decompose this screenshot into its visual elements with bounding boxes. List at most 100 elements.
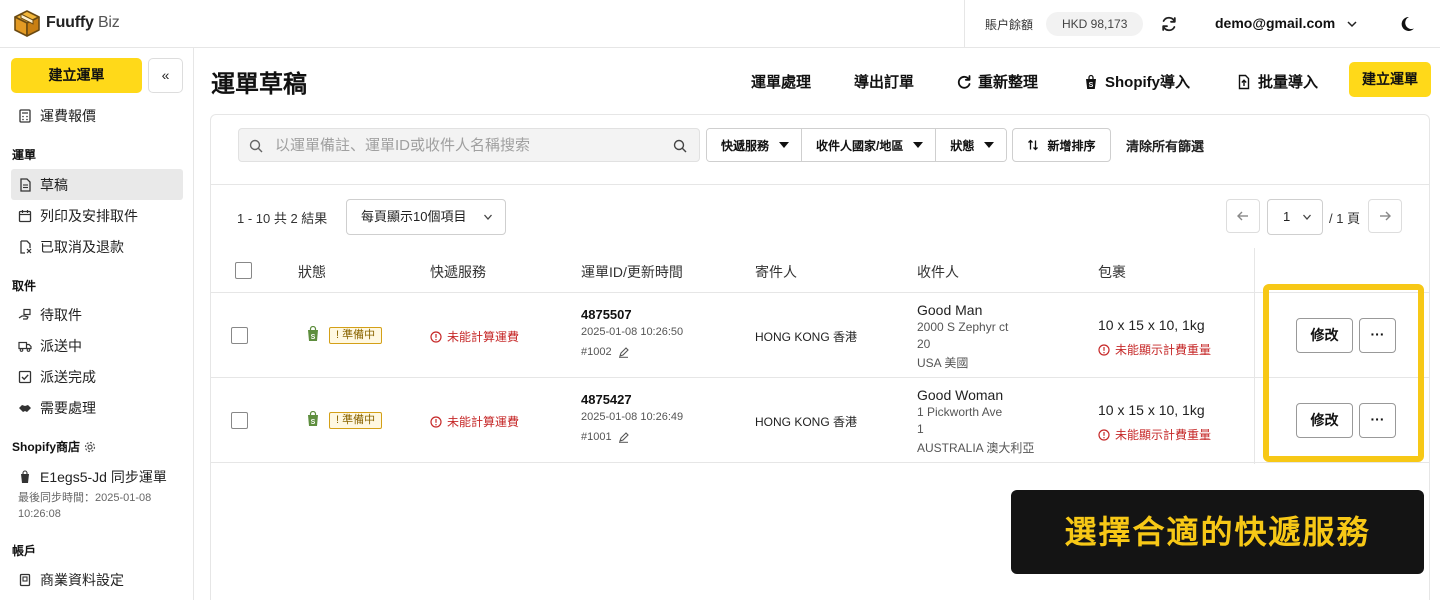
receiver-address-line: 20 bbox=[917, 337, 931, 351]
tutorial-tip-banner: 選擇合適的快遞服務 bbox=[1011, 490, 1424, 574]
sidebar-item-in-delivery[interactable]: 派送中 bbox=[11, 330, 183, 361]
sidebar-item-label: E1egs5-Jd 同步運單 bbox=[40, 468, 167, 485]
search-icon bbox=[249, 139, 263, 153]
export-orders-button[interactable]: 導出訂單 bbox=[854, 71, 914, 92]
account-email[interactable]: demo@gmail.com bbox=[1215, 15, 1335, 31]
country-filter-dropdown[interactable]: 收件人國家/地區 bbox=[802, 129, 937, 161]
order-reference[interactable]: #1002 bbox=[581, 346, 629, 358]
balance-value: HKD 98,173 bbox=[1046, 12, 1144, 36]
card-divider bbox=[210, 184, 1430, 185]
svg-text:S: S bbox=[311, 334, 316, 341]
order-reference-text: #1001 bbox=[581, 431, 612, 443]
row-divider bbox=[210, 292, 1430, 293]
sidebar-item-label: 列印及安排取件 bbox=[40, 207, 138, 224]
file-upload-icon bbox=[1238, 74, 1250, 89]
action-column-divider bbox=[1254, 248, 1255, 464]
sidebar-item-label: 派送完成 bbox=[40, 368, 96, 385]
export-orders-label: 導出訂單 bbox=[854, 74, 915, 91]
document-icon bbox=[20, 177, 31, 192]
column-header-receiver[interactable]: 收件人 bbox=[917, 262, 959, 282]
per-page-select[interactable]: 每頁顯示10個項目 bbox=[346, 199, 506, 235]
sidebar-section-account: 帳戶 bbox=[12, 544, 37, 558]
sidebar-section-shopify: Shopify商店 bbox=[12, 438, 96, 455]
courier-error: 未能計算運費 bbox=[430, 328, 519, 345]
refresh-balance-icon[interactable] bbox=[1160, 15, 1178, 33]
sidebar-section-pickup: 取件 bbox=[12, 279, 37, 293]
waybill-process-button[interactable]: 運單處理 bbox=[751, 71, 811, 92]
tutorial-highlight-box bbox=[1263, 284, 1424, 462]
per-page-value: 每頁顯示10個項目 bbox=[361, 209, 467, 224]
svg-text:S: S bbox=[1089, 82, 1094, 89]
sidebar-item-cancelled-refund[interactable]: 已取消及退款 bbox=[11, 231, 183, 262]
error-circle-icon bbox=[1098, 428, 1110, 441]
courier-error: 未能計算運費 bbox=[430, 413, 519, 430]
sidebar-item-drafts[interactable]: 草稿 bbox=[11, 169, 183, 200]
status-filter-label: 狀態 bbox=[950, 138, 975, 153]
row-checkbox[interactable] bbox=[231, 412, 248, 429]
topbar-divider bbox=[964, 0, 965, 48]
select-all-checkbox[interactable] bbox=[235, 262, 252, 279]
sidebar-item-print-pickup[interactable]: 列印及安排取件 bbox=[11, 200, 183, 231]
page-number-select[interactable]: 1 bbox=[1267, 199, 1323, 235]
receiver-country: AUSTRALIA 澳大利亞 bbox=[917, 441, 1035, 455]
column-header-courier[interactable]: 快遞服務 bbox=[430, 262, 486, 282]
column-header-sender[interactable]: 寄件人 bbox=[755, 262, 797, 282]
sidebar-item-awaiting-pickup[interactable]: 待取件 bbox=[11, 299, 183, 330]
collapse-sidebar-button[interactable]: « bbox=[148, 58, 183, 93]
search-submit-icon[interactable] bbox=[673, 139, 687, 153]
sidebar-item-business-settings[interactable]: 商業資料設定 bbox=[11, 564, 183, 595]
checkbox-checked-icon bbox=[18, 370, 32, 383]
sidebar-create-waybill-button[interactable]: 建立運單 bbox=[11, 58, 142, 93]
hand-package-icon bbox=[18, 308, 31, 320]
shop-sync-time-line-1: 最後同步時間：2025-01-08 bbox=[18, 492, 152, 504]
dark-mode-moon-icon[interactable] bbox=[1398, 15, 1416, 33]
column-header-package[interactable]: 包裹 bbox=[1098, 262, 1126, 282]
pencil-edit-icon[interactable] bbox=[618, 431, 629, 443]
courier-error-text: 未能計算運費 bbox=[447, 330, 520, 344]
bulk-import-button[interactable]: 批量導入 bbox=[1236, 71, 1318, 92]
svg-text:S: S bbox=[311, 419, 316, 426]
status-filter-dropdown[interactable]: 狀態 bbox=[936, 129, 1007, 161]
chevron-down-icon bbox=[484, 214, 492, 220]
shopify-bag-icon: S bbox=[1086, 74, 1096, 89]
cancel-document-icon bbox=[20, 239, 32, 254]
courier-filter-dropdown[interactable]: 快遞服務 bbox=[707, 129, 803, 161]
sidebar-section-shopify-label: Shopify商店 bbox=[12, 440, 80, 454]
gear-icon[interactable] bbox=[84, 441, 96, 453]
page-title: 運單草稿 bbox=[211, 71, 307, 98]
search-box bbox=[238, 128, 700, 162]
building-document-icon bbox=[19, 573, 31, 586]
shopify-import-button[interactable]: S Shopify導入 bbox=[1083, 71, 1190, 92]
chevron-down-icon[interactable] bbox=[1346, 18, 1358, 30]
add-sort-button[interactable]: 新增排序 bbox=[1012, 128, 1111, 162]
receiver-name: Good Man bbox=[917, 302, 983, 318]
clear-filters-link[interactable]: 清除所有篩選 bbox=[1126, 136, 1204, 155]
order-id: 4875427 bbox=[581, 392, 632, 407]
receiver-name: Good Woman bbox=[917, 387, 1004, 403]
pencil-edit-icon[interactable] bbox=[618, 346, 629, 358]
error-circle-icon bbox=[1098, 343, 1110, 356]
refresh-icon bbox=[957, 74, 971, 89]
order-reference[interactable]: #1001 bbox=[581, 431, 629, 443]
box-logo-icon bbox=[14, 10, 40, 37]
sidebar-item-label: 派送中 bbox=[40, 337, 82, 354]
sidebar-item-quote[interactable]: 運費報價 bbox=[11, 100, 183, 131]
previous-page-button[interactable] bbox=[1226, 199, 1260, 233]
package-weight-error: 未能顯示計費重量 bbox=[1098, 341, 1211, 358]
search-input[interactable] bbox=[275, 129, 665, 161]
column-header-status[interactable]: 狀態 bbox=[298, 262, 326, 282]
create-waybill-button[interactable]: 建立運單 bbox=[1349, 62, 1431, 97]
courier-error-text: 未能計算運費 bbox=[447, 415, 520, 429]
arrow-right-icon bbox=[1380, 211, 1391, 221]
shopify-import-label: Shopify導入 bbox=[1105, 74, 1190, 91]
row-checkbox[interactable] bbox=[231, 327, 248, 344]
next-page-button[interactable] bbox=[1368, 199, 1402, 233]
refresh-label: 重新整理 bbox=[978, 74, 1039, 91]
sidebar-item-shop-sync[interactable]: E1egs5-Jd 同步運單 bbox=[11, 461, 183, 492]
sidebar-item-needs-action[interactable]: 需要處理 bbox=[11, 392, 183, 423]
app-logo[interactable]: Fuuffy Biz bbox=[12, 8, 120, 38]
column-header-order[interactable]: 運單ID/更新時間 bbox=[581, 262, 683, 282]
results-count: 1 - 10 共 2 結果 bbox=[237, 211, 328, 226]
refresh-button[interactable]: 重新整理 bbox=[956, 71, 1038, 92]
sidebar-item-delivered[interactable]: 派送完成 bbox=[11, 361, 183, 392]
